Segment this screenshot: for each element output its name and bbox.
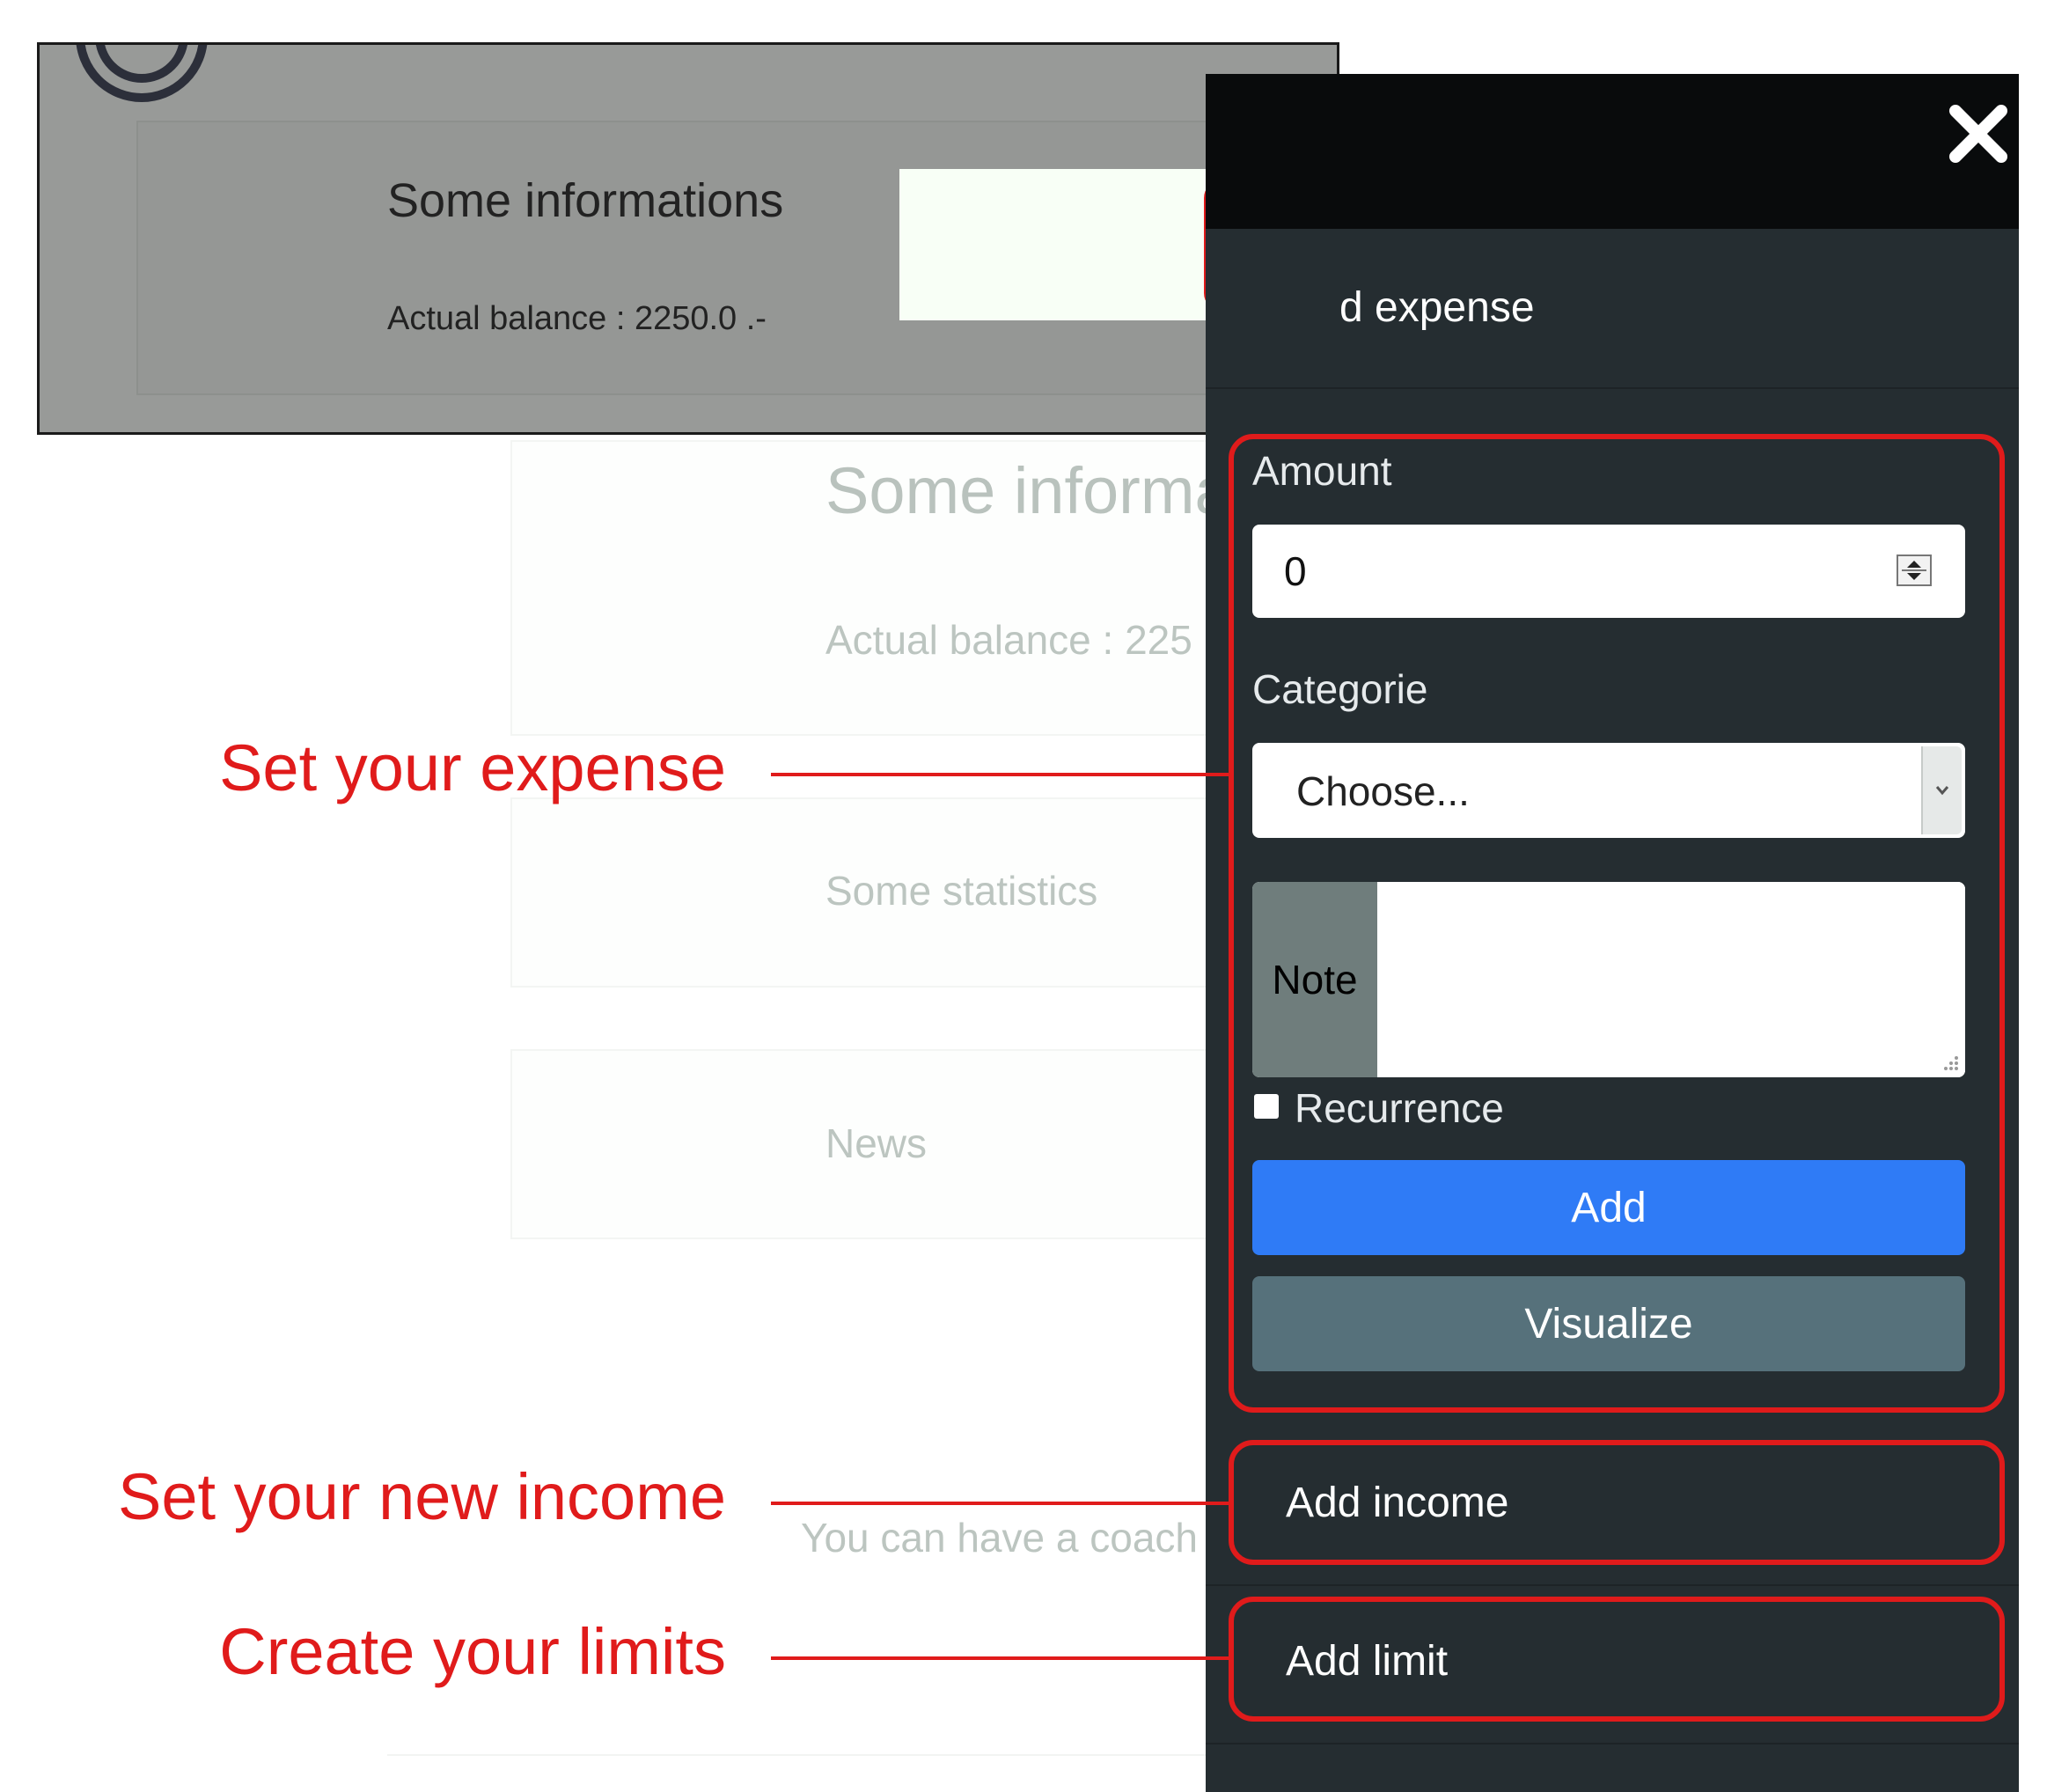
- coach-text: You can have a coach: [801, 1515, 1198, 1561]
- sidebar-topbar: [1206, 74, 2019, 229]
- statistics-card-title: Some statistics: [825, 868, 1098, 914]
- add-income-highlight: [1229, 1440, 2005, 1565]
- section-divider: [1206, 1743, 2019, 1744]
- expense-connector: [771, 773, 1229, 776]
- inset-info-title: Some informations: [387, 174, 784, 227]
- expense-annotation: Set your expense: [219, 731, 726, 804]
- logo-icon: [76, 45, 208, 102]
- limits-connector: [771, 1656, 1229, 1660]
- limits-annotation: Create your limits: [219, 1615, 726, 1688]
- inset-balance: Actual balance : 2250.0 .-: [387, 300, 767, 337]
- zoomed-inset: Some informations Actual balance : 2250.…: [37, 42, 1339, 435]
- add-limit-highlight: [1229, 1597, 2005, 1722]
- section-divider: [1206, 1584, 2019, 1586]
- news-card-title: News: [825, 1120, 928, 1166]
- info-card-balance: Actual balance : 225: [825, 617, 1192, 663]
- income-connector: [771, 1502, 1229, 1505]
- income-annotation: Set your new income: [117, 1460, 726, 1533]
- expense-form-highlight: [1229, 434, 2005, 1413]
- section-divider: [1206, 387, 2019, 389]
- add-expense-header[interactable]: d expense: [1339, 283, 1535, 332]
- footer-divider: [387, 1754, 1232, 1756]
- close-icon[interactable]: [1943, 99, 2014, 169]
- info-card-title: Some informa: [825, 454, 1231, 527]
